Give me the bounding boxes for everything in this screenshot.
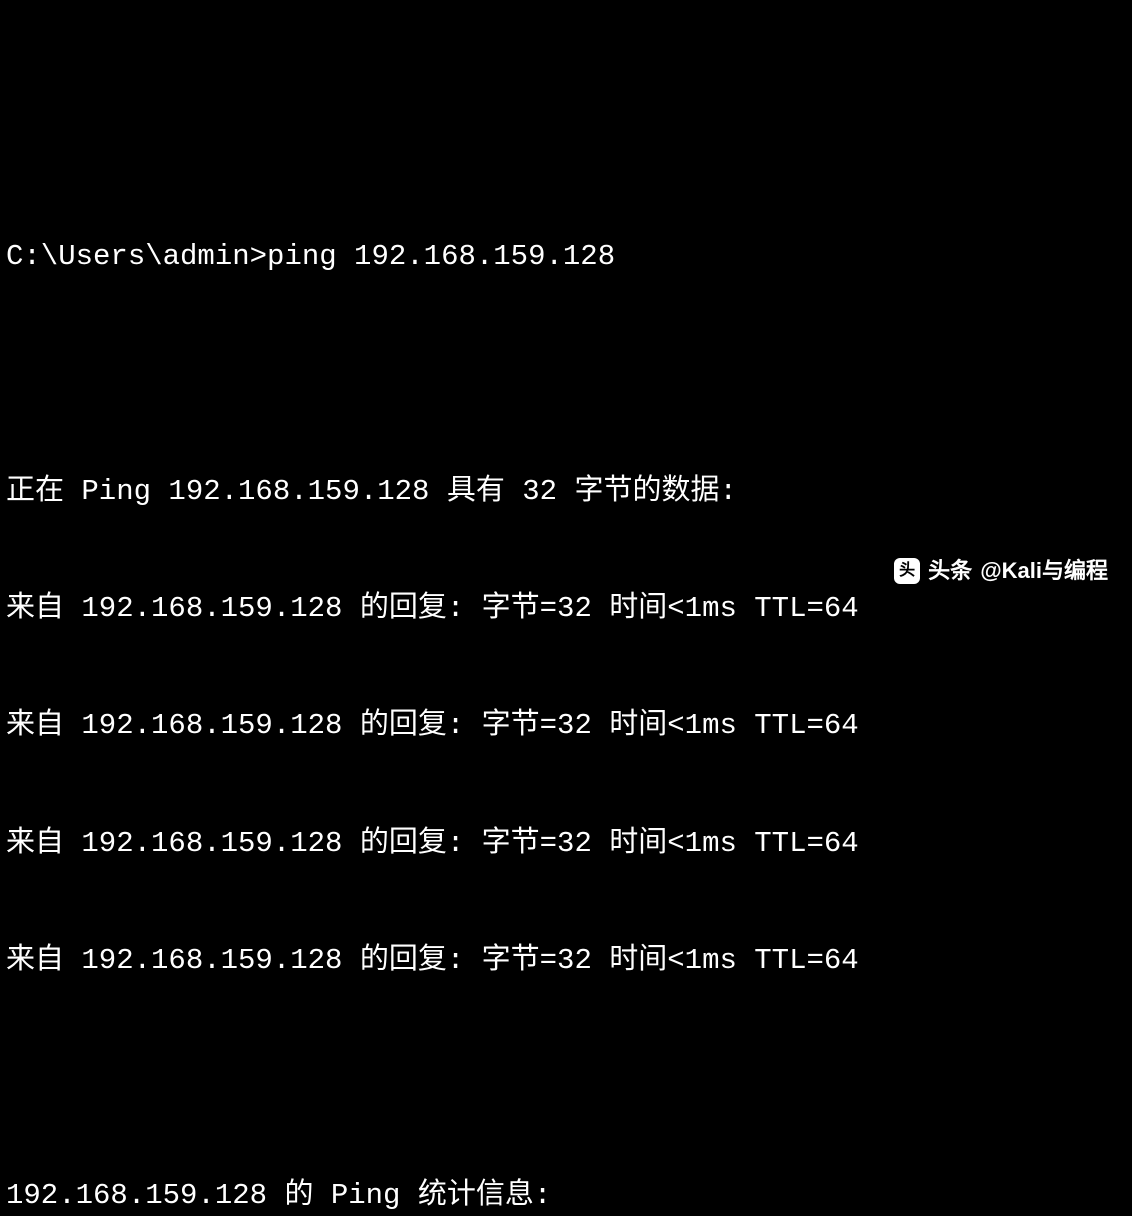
- ping-reply: 来自 192.168.159.128 的回复: 字节=32 时间<1ms TTL…: [6, 941, 1126, 980]
- watermark-handle: @Kali与编程: [980, 556, 1108, 586]
- watermark: 头 头条 @Kali与编程: [894, 556, 1108, 586]
- ping-header: 正在 Ping 192.168.159.128 具有 32 字节的数据:: [6, 472, 1126, 511]
- command-text: ping 192.168.159.128: [267, 240, 615, 273]
- ping-reply: 来自 192.168.159.128 的回复: 字节=32 时间<1ms TTL…: [6, 824, 1126, 863]
- toutiao-logo-icon: 头: [894, 558, 920, 584]
- blank-line: [6, 1059, 1126, 1098]
- watermark-prefix: 头条: [928, 556, 972, 586]
- ping-reply: 来自 192.168.159.128 的回复: 字节=32 时间<1ms TTL…: [6, 706, 1126, 745]
- prompt-line-1[interactable]: C:\Users\admin>ping 192.168.159.128: [6, 237, 1126, 276]
- ping-reply: 来自 192.168.159.128 的回复: 字节=32 时间<1ms TTL…: [6, 589, 1126, 628]
- prompt-path: C:\Users\admin>: [6, 240, 267, 273]
- blank-line: [6, 354, 1126, 393]
- stats-header: 192.168.159.128 的 Ping 统计信息:: [6, 1176, 1126, 1215]
- terminal-output: C:\Users\admin>ping 192.168.159.128 正在 P…: [6, 159, 1126, 1216]
